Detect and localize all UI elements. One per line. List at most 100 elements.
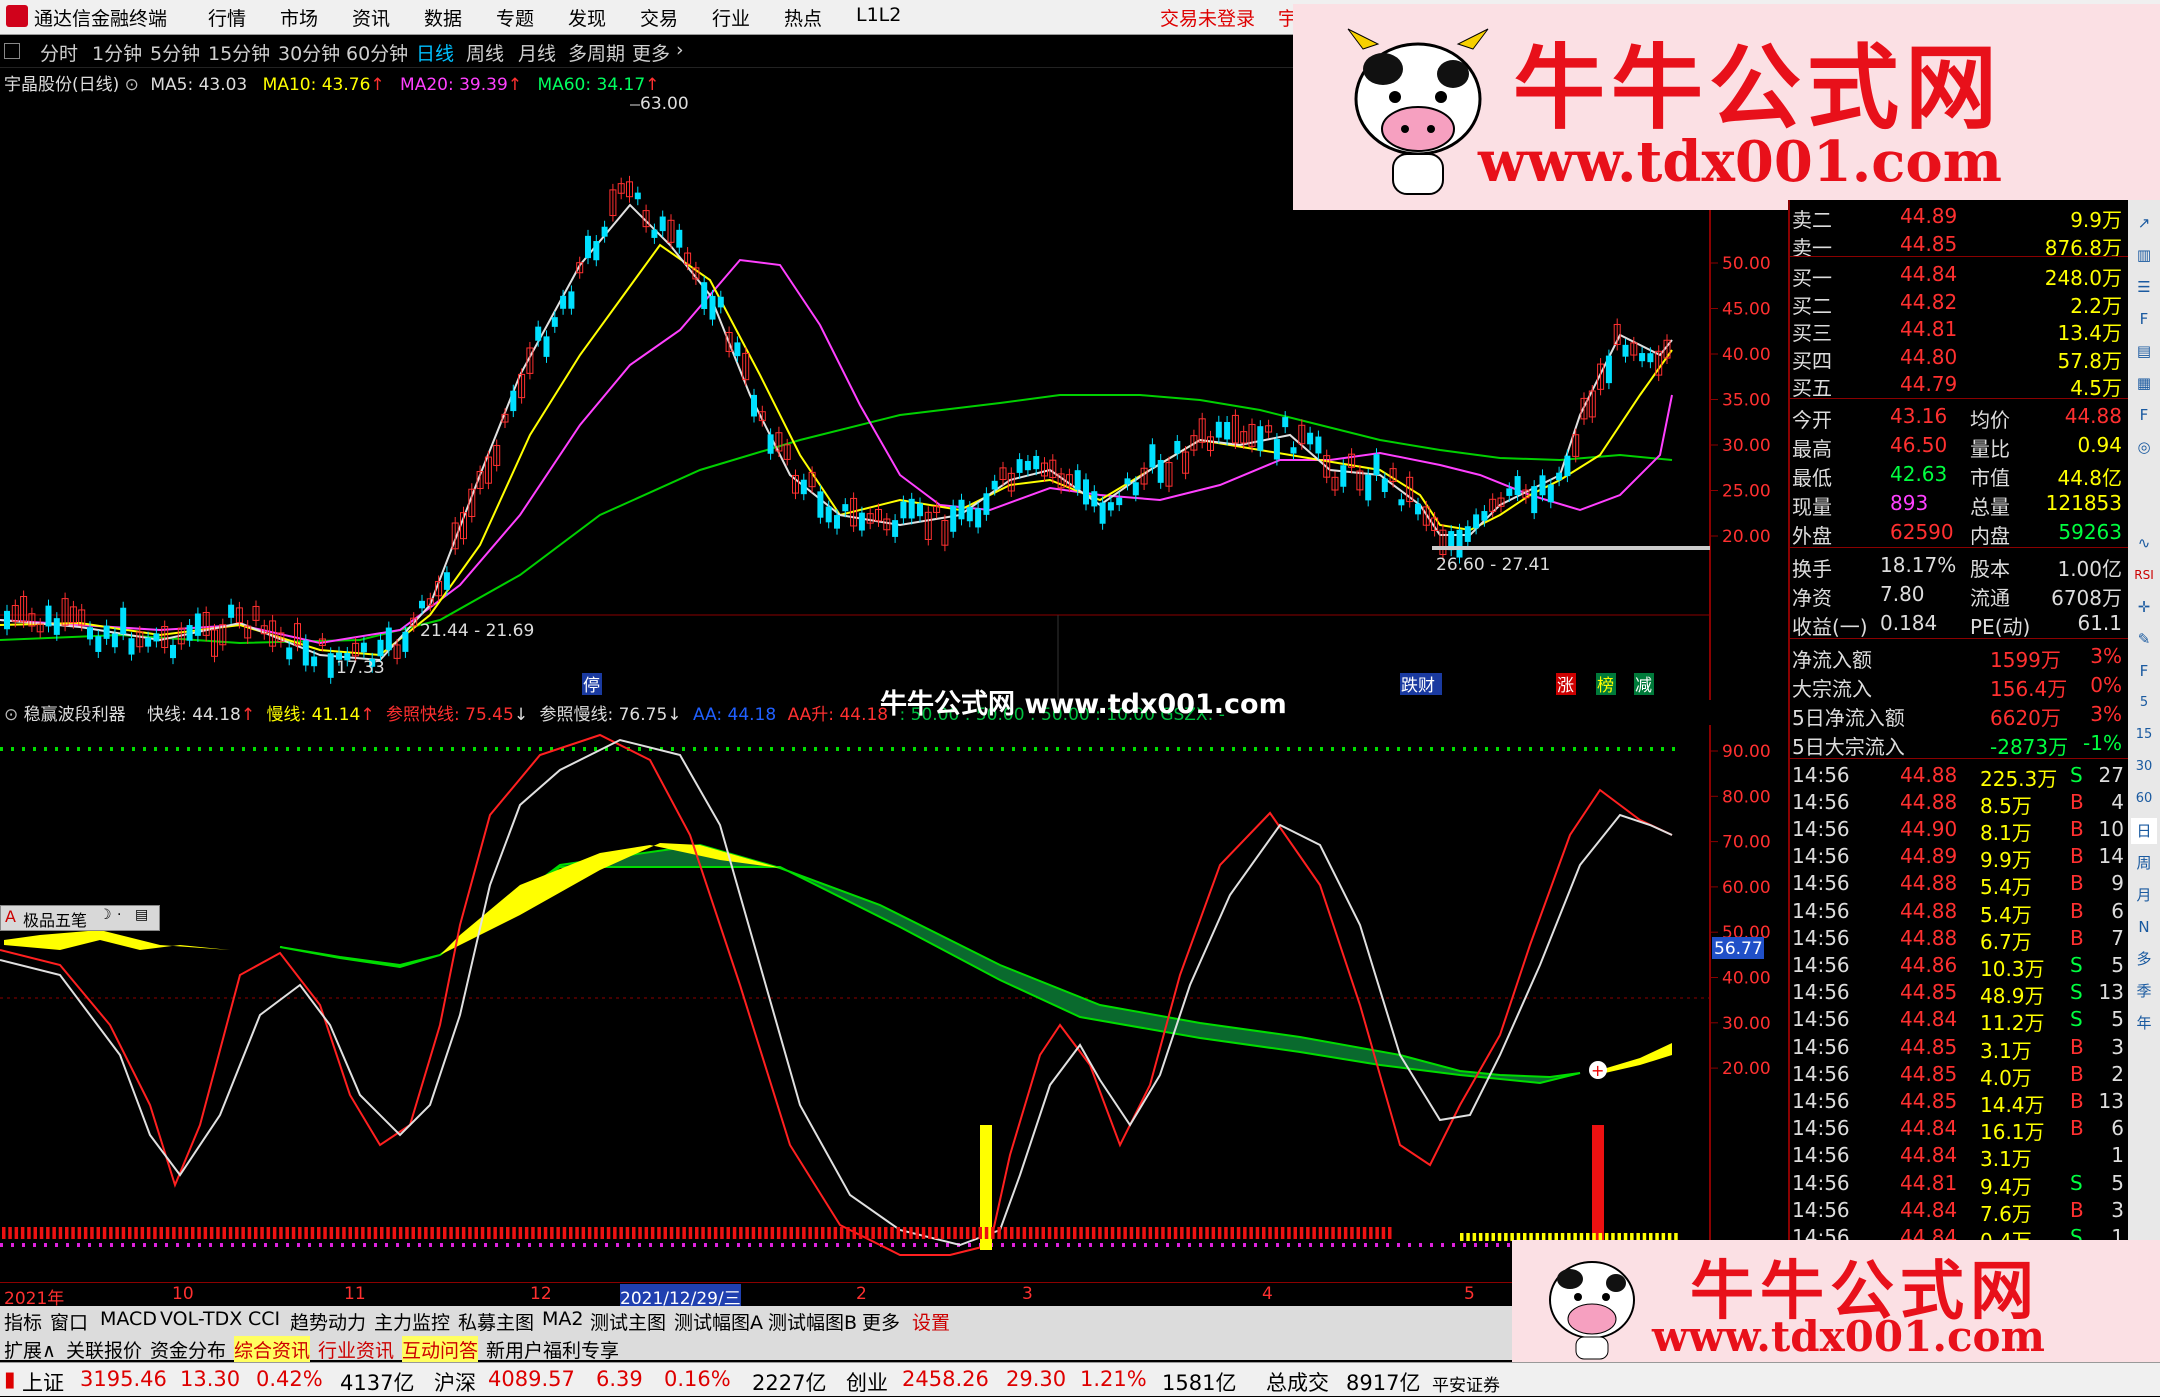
period-1min[interactable]: 1分钟 [92,39,142,66]
sh-index-name[interactable]: 上证 [22,1367,64,1397]
period-15min[interactable]: 15分钟 [208,39,270,66]
tick-row: 14:56 44.85 14.4万 B 13 [1790,1087,2130,1117]
signal-strip-bar [909,1227,913,1239]
period-30min[interactable]: 30分钟 [278,39,340,66]
main-chart-legend: 宇晶股份(日线) ⊙ MA5: 43.03 MA10: 43.76↑ MA20:… [4,75,660,95]
sidebar-n[interactable]: N [2131,914,2157,940]
menu-zixun[interactable]: 资讯 [352,4,390,31]
menu-hangqing[interactable]: 行情 [208,4,246,31]
candle-body [585,235,591,259]
f10-icon[interactable]: F [2131,402,2157,428]
menu-jiaoyi[interactable]: 交易 [640,4,678,31]
tab-ma2[interactable]: MA2 [542,1308,583,1330]
signal-strip-bar [1091,1227,1096,1239]
tab-hangyezixun[interactable]: 行业资讯 [318,1336,394,1363]
signal-strip-bar [1148,1227,1153,1239]
ime-logo-icon: A [5,907,16,926]
tab-vol-tdx[interactable]: VOL-TDX [160,1308,242,1330]
list-icon[interactable]: ☰ [2131,274,2157,300]
watermark-banner-bottom: 牛牛公式网 www.tdx001.com [1512,1240,2160,1362]
tab-ceshifutub[interactable]: 测试幅图B [768,1308,857,1335]
period-weekly[interactable]: 周线 [466,39,504,66]
tab-chuangkou[interactable]: 窗口 [50,1308,88,1335]
ref-slow-value: 参照慢线: 76.75 [539,705,668,725]
chevron-right-icon[interactable]: › [676,39,684,61]
tab-zhulijiankong[interactable]: 主力监控 [374,1308,450,1335]
indicator-chart[interactable]: 90.0080.0070.0060.0050.0040.0030.0020.00… [0,725,1788,1282]
tab-shezhi[interactable]: 设置 [912,1308,950,1335]
target-icon[interactable]: ◎ [2131,434,2157,460]
signal-strip-bar [543,1227,548,1239]
sidebar-multi[interactable]: 多 [2131,946,2157,972]
chart-bar-icon[interactable]: ▥ [2131,242,2157,268]
sidebar-day[interactable]: 日 [2131,818,2157,844]
doc-icon[interactable]: ▤ [2131,338,2157,364]
time-label-3: 3 [1022,1284,1033,1304]
menu-redian[interactable]: 热点 [784,4,822,31]
wave-icon[interactable]: ∿ [2131,530,2157,556]
period-15-icon[interactable]: 15 [2131,722,2157,748]
signal-strip-bar [1217,1227,1222,1239]
period-more[interactable]: 更多 [632,39,670,66]
period-monthly[interactable]: 月线 [518,39,556,66]
period-60min[interactable]: 60分钟 [346,39,408,66]
menu-hangye[interactable]: 行业 [712,4,750,31]
tab-simuzhutu[interactable]: 私募主图 [458,1308,534,1335]
rsi-icon[interactable]: RSI [2131,562,2157,588]
signal-strip-bar [1466,1233,1470,1241]
period-5min[interactable]: 5分钟 [150,39,200,66]
signal-strip-bar [594,1227,598,1239]
tab-zijinfenbu[interactable]: 资金分布 [150,1336,226,1363]
period-60-icon[interactable]: 60 [2131,786,2157,812]
y-tick-label: 50.00 [1722,254,1771,274]
tab-gengduo[interactable]: 更多 [862,1308,900,1335]
indicator-menu-icon[interactable]: ⊙ [4,705,18,725]
menu-faxian[interactable]: 发现 [568,4,606,31]
ime-keyboard-icon[interactable]: ▤ [135,907,148,923]
fin-icon[interactable]: F [2131,306,2157,332]
ime-punct-icon[interactable]: · [117,907,121,923]
tab-ceshifutua[interactable]: 测试幅图A [674,1308,763,1335]
period-5-icon[interactable]: 5 [2131,690,2157,716]
tab-qushidongli[interactable]: 趋势动力 [290,1308,366,1335]
sidebar-year[interactable]: 年 [2131,1010,2157,1036]
sidebar-season[interactable]: 季 [2131,978,2157,1004]
sidebar-month[interactable]: 月 [2131,882,2157,908]
flow-label: 大宗流入 [1792,676,1872,701]
ime-moon-icon[interactable]: ☽ [99,907,112,923]
tab-zonghezixun[interactable]: 综合资讯 [234,1336,311,1363]
tab-ceshizhutu[interactable]: 测试主图 [590,1308,666,1335]
tab-zhibiao[interactable]: 指标 [4,1308,42,1335]
pen-icon[interactable]: ✎ [2131,626,2157,652]
menu-l1l2[interactable]: L1L2 [856,4,901,26]
tab-guanlianbaojia[interactable]: 关联报价 [66,1336,142,1363]
period-30-icon[interactable]: 30 [2131,754,2157,780]
sz-index-change: 6.39 [596,1367,643,1391]
flow-value: -2873万 [1990,734,2069,759]
tab-xinyonghu[interactable]: 新用户福利专享 [486,1336,619,1363]
trade-login-status[interactable]: 交易未登录 [1160,4,1255,31]
menu-zhuanti[interactable]: 专题 [496,4,534,31]
chart-line-icon[interactable]: ↗ [2131,210,2157,236]
menu-shuju[interactable]: 数据 [424,4,462,31]
crosshair-icon[interactable]: ✛ [2131,594,2157,620]
tick-time: 14:56 [1792,925,1850,950]
report-icon[interactable]: ▦ [2131,370,2157,396]
tab-macd[interactable]: MACD [100,1308,157,1330]
tick-time: 14:56 [1792,952,1850,977]
tab-hudongwenda[interactable]: 互动问答 [402,1336,479,1363]
sidebar-week[interactable]: 周 [2131,850,2157,876]
period-daily[interactable]: 日线 [416,39,454,66]
menu-shichang[interactable]: 市场 [280,4,318,31]
ime-toolbar[interactable]: A 极品五笔 ☽ · ▤ [0,905,160,931]
f5-icon[interactable]: F [2131,658,2157,684]
period-multi[interactable]: 多周期 [568,39,625,66]
cy-index-name[interactable]: 创业 [846,1367,888,1397]
tab-kuozhan[interactable]: 扩展∧ [4,1336,56,1363]
candle-body [950,505,957,532]
sz-index-name[interactable]: 沪深 [434,1367,476,1397]
dropdown-icon[interactable]: ⊙ [125,75,139,95]
collapse-icon[interactable] [4,43,20,59]
tab-cci[interactable]: CCI [248,1308,280,1330]
period-fenshi[interactable]: 分时 [40,39,78,66]
